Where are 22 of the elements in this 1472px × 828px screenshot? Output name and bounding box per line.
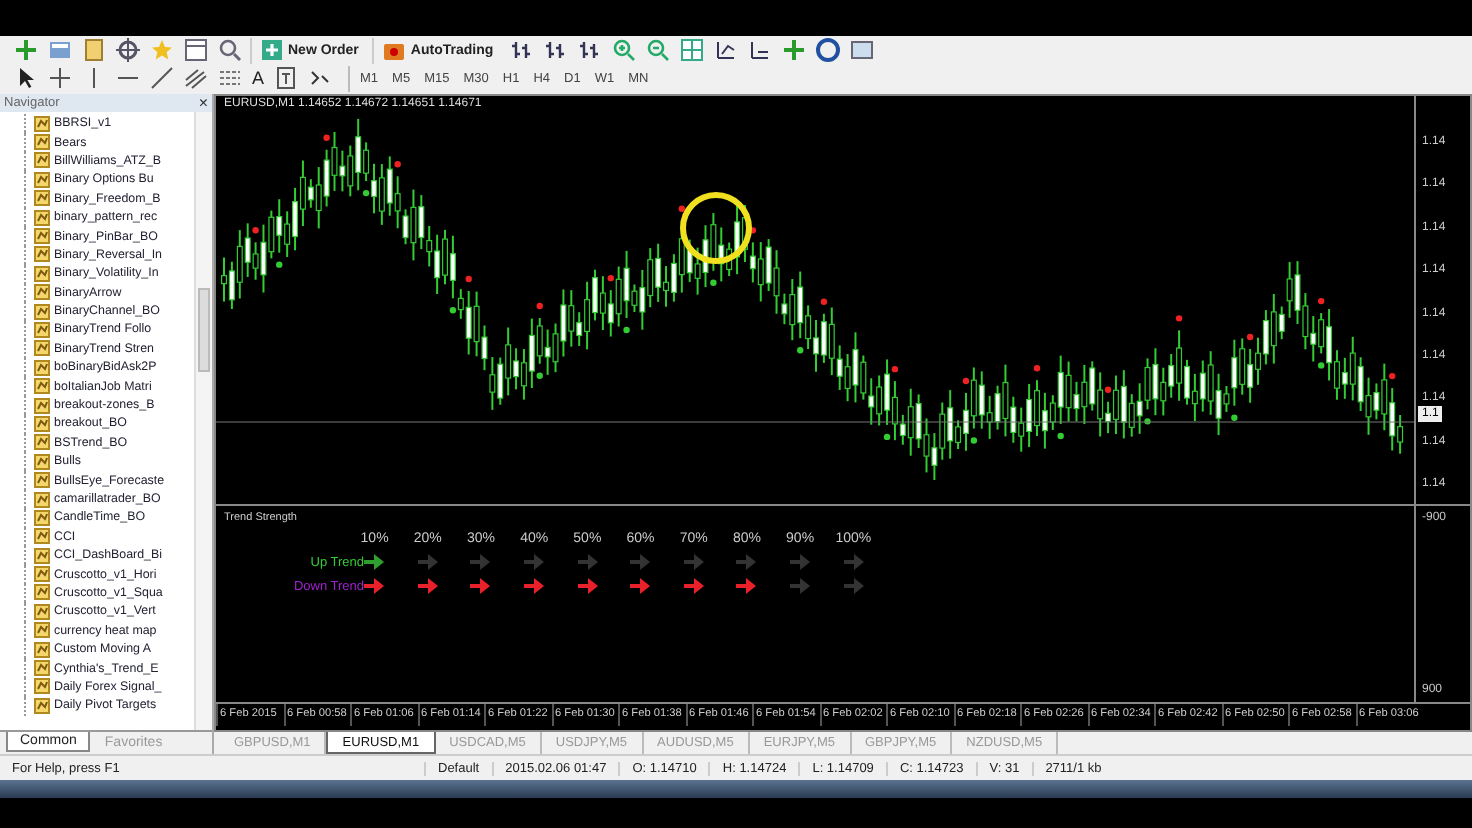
text-label-icon[interactable]	[274, 66, 299, 90]
star-icon[interactable]	[150, 38, 174, 62]
add-icon[interactable]	[781, 38, 806, 62]
crosshair-icon[interactable]	[116, 38, 140, 62]
scrollbar[interactable]	[194, 112, 212, 730]
bar-chart-icon[interactable]	[509, 38, 534, 62]
grid-icon[interactable]	[679, 38, 704, 62]
trendline-icon[interactable]	[150, 66, 174, 90]
cursor-highlight-icon	[680, 192, 752, 264]
crosshair-icon[interactable]	[48, 66, 72, 90]
close-button[interactable]: ×	[198, 95, 208, 111]
zoom-out-icon[interactable]	[645, 38, 670, 62]
channel-icon[interactable]	[184, 66, 208, 90]
window-icon[interactable]	[184, 38, 208, 62]
bar-chart-icon[interactable]	[577, 38, 602, 62]
zoom-in-icon[interactable]	[611, 38, 636, 62]
plus-icon	[260, 38, 284, 62]
bar-chart-icon[interactable]	[543, 38, 568, 62]
search-icon[interactable]	[218, 38, 242, 62]
cursor-icon[interactable]	[14, 66, 38, 90]
text-tool-button[interactable]: A	[250, 65, 267, 91]
window-icon[interactable]	[48, 38, 72, 62]
